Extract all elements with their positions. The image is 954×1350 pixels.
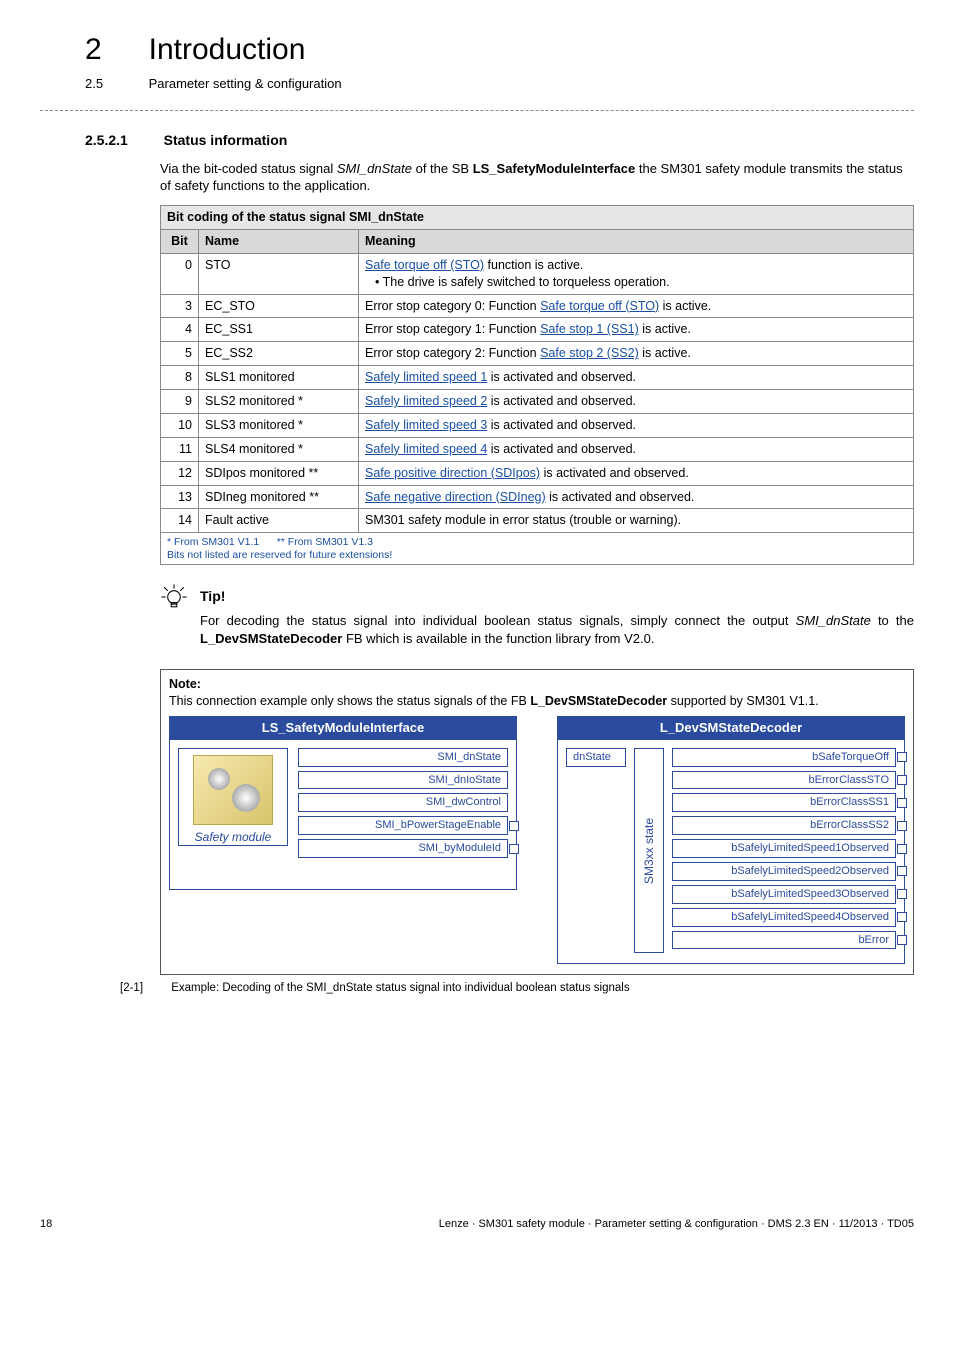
section-title: Parameter setting & configuration [149,75,342,93]
fb-right-block: L_DevSMStateDecoder dnState SM3xx state … [557,716,905,964]
subsection-heading: 2.5.2.1 Status information [85,131,914,150]
port-smi-bpowerstageenable: SMI_bPowerStageEnable [298,816,508,835]
table-row: 13 SDIneg monitored ** Safe negative dir… [161,485,914,509]
link-sls3[interactable]: Safely limited speed 3 [365,418,487,432]
figure-caption: [2-1] Example: Decoding of the SMI_dnSta… [120,981,914,997]
port-berrorclasssto: bErrorClassSTO [672,771,896,790]
port-bsls3observed: bSafelyLimitedSpeed3Observed [672,885,896,904]
subsection-title: Status information [164,131,288,150]
fb-right-ports: bSafeTorqueOff bErrorClassSTO bErrorClas… [672,748,896,954]
divider [40,110,914,111]
sm3xx-state-box: SM3xx state [634,748,664,954]
link-sls2[interactable]: Safely limited speed 2 [365,394,487,408]
link-ss2[interactable]: Safe stop 2 (SS2) [540,346,639,360]
port-bsls1observed: bSafelyLimitedSpeed1Observed [672,839,896,858]
lightbulb-icon [160,583,188,611]
table-row: 10 SLS3 monitored * Safely limited speed… [161,413,914,437]
bit-coding-table: Bit coding of the status signal SMI_dnSt… [160,205,914,565]
intro-paragraph: Via the bit-coded status signal SMI_dnSt… [160,160,914,195]
chapter-title: Introduction [149,30,306,71]
port-berrorclassss1: bErrorClassSS1 [672,793,896,812]
connection-diagram: LS_SafetyModuleInterface Safety module S… [169,716,905,964]
fb-right-title: L_DevSMStateDecoder [557,716,905,740]
port-smi-dwcontrol: SMI_dwControl [298,793,508,812]
link-sto-2[interactable]: Safe torque off (STO) [540,299,659,313]
link-sdineg[interactable]: Safe negative direction (SDIneg) [365,490,546,504]
link-sls1[interactable]: Safely limited speed 1 [365,370,487,384]
tip-text: For decoding the status signal into indi… [200,612,914,647]
fb-right-input-col: dnState [566,748,626,954]
fb-left-block: LS_SafetyModuleInterface Safety module S… [169,716,517,890]
table-row: 14 Fault active SM301 safety module in e… [161,509,914,533]
footer-text: Lenze · SM301 safety module · Parameter … [439,1217,914,1232]
note-label: Note: [169,677,201,691]
page-number: 18 [40,1217,52,1232]
subsection-number: 2.5.2.1 [85,131,160,150]
table-row: 3 EC_STO Error stop category 0: Function… [161,294,914,318]
chapter-number: 2 [85,30,145,71]
link-sls4[interactable]: Safely limited speed 4 [365,442,487,456]
port-bsls4observed: bSafelyLimitedSpeed4Observed [672,908,896,927]
table-row: 11 SLS4 monitored * Safely limited speed… [161,437,914,461]
port-berror: bError [672,931,896,950]
tip-label: Tip! [200,587,914,606]
note-box: Note: This connection example only shows… [160,669,914,975]
note-text: This connection example only shows the s… [169,694,819,708]
link-sto[interactable]: Safe torque off (STO) [365,258,484,272]
tip-block: Tip! For decoding the status signal into… [160,583,914,647]
table-row: 5 EC_SS2 Error stop category 2: Function… [161,342,914,366]
table-header-row: Bit Name Meaning [161,229,914,253]
page-header: 2 Introduction 2.5 Parameter setting & c… [85,30,914,92]
table-row: 8 SLS1 monitored Safely limited speed 1 … [161,366,914,390]
fb-left-ports: SMI_dnState SMI_dnIoState SMI_dwControl … [298,748,508,862]
port-bsafetorqueoff: bSafeTorqueOff [672,748,896,767]
port-smi-bymoduleid: SMI_byModuleId [298,839,508,858]
table-row: 4 EC_SS1 Error stop category 1: Function… [161,318,914,342]
port-bsls2observed: bSafelyLimitedSpeed2Observed [672,862,896,881]
table-footnote: * From SM301 V1.1 ** From SM301 V1.3 Bit… [161,533,914,565]
link-ss1[interactable]: Safe stop 1 (SS1) [540,322,639,336]
table-caption-row: Bit coding of the status signal SMI_dnSt… [161,206,914,230]
safety-module-box: Safety module [178,748,288,846]
table-row: 0 STO Safe torque off (STO) function is … [161,253,914,294]
table-row: 12 SDIpos monitored ** Safe positive dir… [161,461,914,485]
port-berrorclassss2: bErrorClassSS2 [672,816,896,835]
table-row: 9 SLS2 monitored * Safely limited speed … [161,390,914,414]
safety-module-image [193,755,273,825]
port-dnstate: dnState [566,748,626,767]
fb-left-title: LS_SafetyModuleInterface [169,716,517,740]
port-smi-dnstate: SMI_dnState [298,748,508,767]
link-sdipos[interactable]: Safe positive direction (SDIpos) [365,466,540,480]
port-smi-dniostate: SMI_dnIoState [298,771,508,790]
page-footer: 18 Lenze · SM301 safety module · Paramet… [40,1217,914,1232]
section-number: 2.5 [85,75,145,93]
